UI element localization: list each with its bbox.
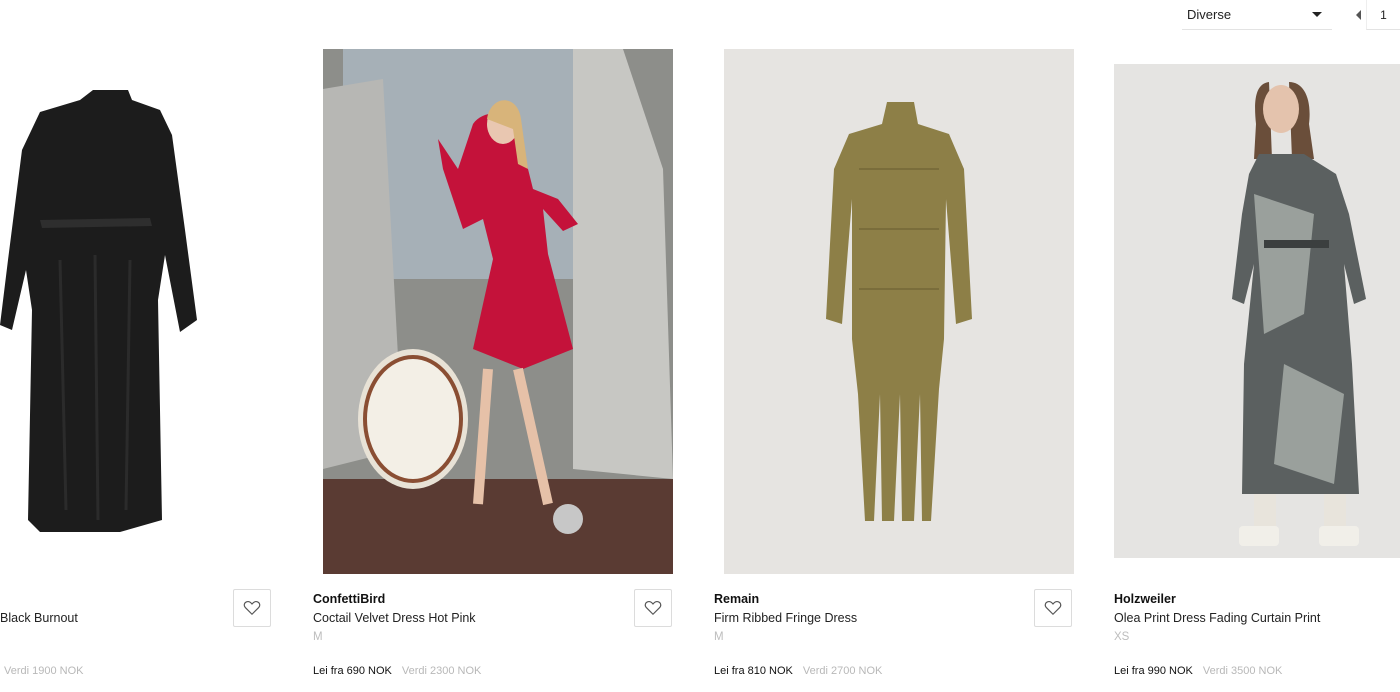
previous-page-button[interactable] (1350, 0, 1366, 30)
product-prices: Lei fra 690 NOK Verdi 2300 NOK (313, 665, 481, 677)
product-brand: ConfettiBird (313, 592, 386, 606)
product-brand: Remain (714, 592, 760, 606)
product-size: XS (1114, 631, 1130, 643)
rent-price: Lei fra 990 NOK (1114, 665, 1193, 677)
product-prices: Lei fra 990 NOK Verdi 3500 NOK (1114, 665, 1282, 677)
heart-icon (1044, 601, 1062, 616)
heart-icon (644, 601, 662, 616)
product-size: M (313, 631, 323, 643)
product-card[interactable]: Black Burnout Verdi 1900 NOK (0, 40, 350, 692)
sort-dropdown-value: Diverse (1187, 7, 1232, 22)
product-image[interactable] (323, 49, 673, 574)
product-title[interactable]: Black Burnout (0, 611, 78, 625)
product-title[interactable]: Coctail Velvet Dress Hot Pink (313, 611, 476, 625)
sort-dropdown[interactable]: Diverse (1182, 0, 1332, 30)
pagination: 1 (1350, 0, 1400, 30)
rent-price: Lei fra 810 NOK (714, 665, 793, 677)
value-price: Verdi 2300 NOK (401, 665, 482, 677)
value-price: Verdi 2700 NOK (802, 665, 883, 677)
product-card[interactable]: Remain Firm Ribbed Fringe Dress M Lei fr… (714, 40, 1074, 692)
product-prices: Verdi 1900 NOK (0, 665, 84, 677)
product-image[interactable] (0, 40, 350, 574)
product-image[interactable] (1114, 64, 1400, 558)
product-image[interactable] (724, 49, 1074, 574)
favorite-button[interactable] (634, 589, 672, 627)
value-price: Verdi 1900 NOK (4, 665, 84, 677)
product-card[interactable]: Holzweiler Olea Print Dress Fading Curta… (1114, 40, 1400, 692)
product-brand: Holzweiler (1114, 592, 1176, 606)
favorite-button[interactable] (233, 589, 271, 627)
favorite-button[interactable] (1034, 589, 1072, 627)
value-price: Verdi 3500 NOK (1202, 665, 1283, 677)
product-title[interactable]: Olea Print Dress Fading Curtain Print (1114, 611, 1320, 625)
chevron-left-icon (1355, 10, 1361, 20)
current-page[interactable]: 1 (1366, 0, 1400, 30)
chevron-down-icon (1312, 12, 1322, 17)
product-title[interactable]: Firm Ribbed Fringe Dress (714, 611, 857, 625)
product-size: M (714, 631, 724, 643)
heart-icon (243, 601, 261, 616)
rent-price: Lei fra 690 NOK (313, 665, 392, 677)
product-prices: Lei fra 810 NOK Verdi 2700 NOK (714, 665, 882, 677)
product-card[interactable]: ConfettiBird Coctail Velvet Dress Hot Pi… (313, 40, 673, 692)
